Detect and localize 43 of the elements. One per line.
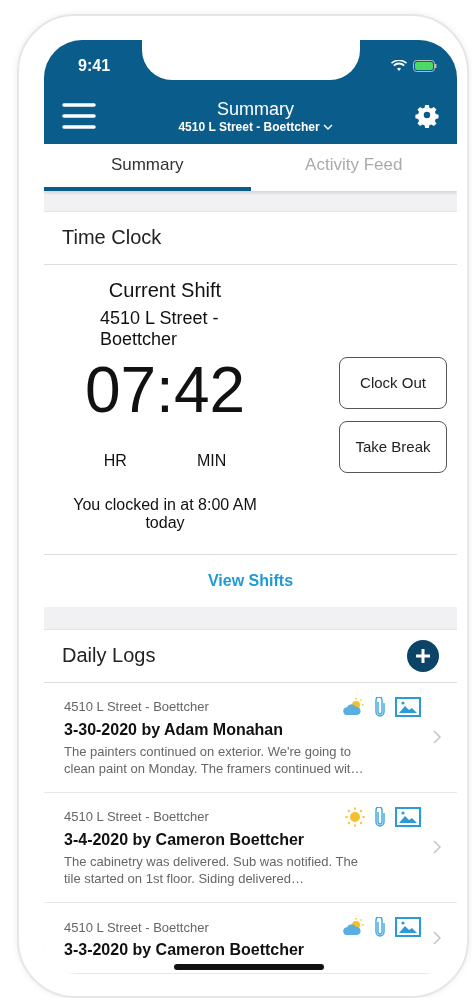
log-row[interactable]: 4510 L Street - Boettcher 3-30-2020 by Adam Monahan The painters continued on exterior. We're going to clean paint on Monday. The framers continued wit… <box>44 682 457 793</box>
caret-icon <box>322 123 333 130</box>
settings-button[interactable] <box>415 104 439 128</box>
image-icon <box>395 806 421 827</box>
log-project: 4510 L Street - Boettcher <box>64 809 209 825</box>
tab[interactable]: Summary <box>44 144 251 191</box>
elapsed-time: 07:42 <box>84 357 246 422</box>
wifi-icon <box>391 60 407 72</box>
log-row[interactable]: 4510 L Street - Boettcher 3-4-2020 by Cameron Boettcher The cabinetry was delivered. Sub was notified. The tile started on 1st floor. Siding delivered… <box>44 792 457 903</box>
clock-button[interactable]: Take Break <box>339 420 447 473</box>
shift-location: 4510 L Street - Boettcher <box>100 307 220 350</box>
section-title: Time Clock <box>62 226 162 250</box>
partly-cloudy-icon <box>343 696 365 717</box>
project-selector[interactable]: 4510 L Street - Boettcher <box>178 119 333 134</box>
chevron-icon <box>433 931 441 945</box>
battery-icon <box>413 60 437 72</box>
log-project: 4510 L Street - Boettcher <box>64 919 209 935</box>
clock-button[interactable]: Clock Out <box>339 356 447 409</box>
section-title: Daily Logs <box>62 644 156 668</box>
clock-in-note: You clocked in at 8:00 AM today <box>72 495 258 532</box>
plus-icon <box>415 647 431 664</box>
log-summary: The cabinetry was delivered. Sub was notified. The tile started on 1st floor. Siding delivered… <box>64 852 359 888</box>
chevron-icon <box>433 730 441 745</box>
status-time: 9:41 <box>78 57 111 75</box>
header-title: Summary <box>217 98 294 120</box>
paperclip-icon <box>375 696 385 717</box>
paperclip-icon <box>375 917 385 937</box>
log-title: 3-30-2020 by Adam Monahan <box>64 720 285 739</box>
log-project: 4510 L Street - Boettcher <box>64 699 209 715</box>
log-title: 3-3-2020 by Cameron Boettcher <box>64 941 306 959</box>
sun-icon <box>345 806 365 827</box>
image-icon <box>395 696 421 717</box>
log-summary: The painters continued on exterior. We're going to clean paint on Monday. The framers continued wit… <box>64 742 365 778</box>
time-unit: MIN <box>196 451 227 470</box>
menu-button[interactable] <box>62 102 96 130</box>
add-button[interactable] <box>407 639 439 672</box>
chevron-icon <box>433 840 441 855</box>
paperclip-icon <box>375 806 385 827</box>
log-title: 3-4-2020 by Cameron Boettcher <box>64 830 306 849</box>
time-unit: HR <box>103 451 127 470</box>
image-icon <box>395 917 421 937</box>
partly-cloudy-icon <box>343 917 365 937</box>
shift-label: Current Shift <box>108 278 222 302</box>
